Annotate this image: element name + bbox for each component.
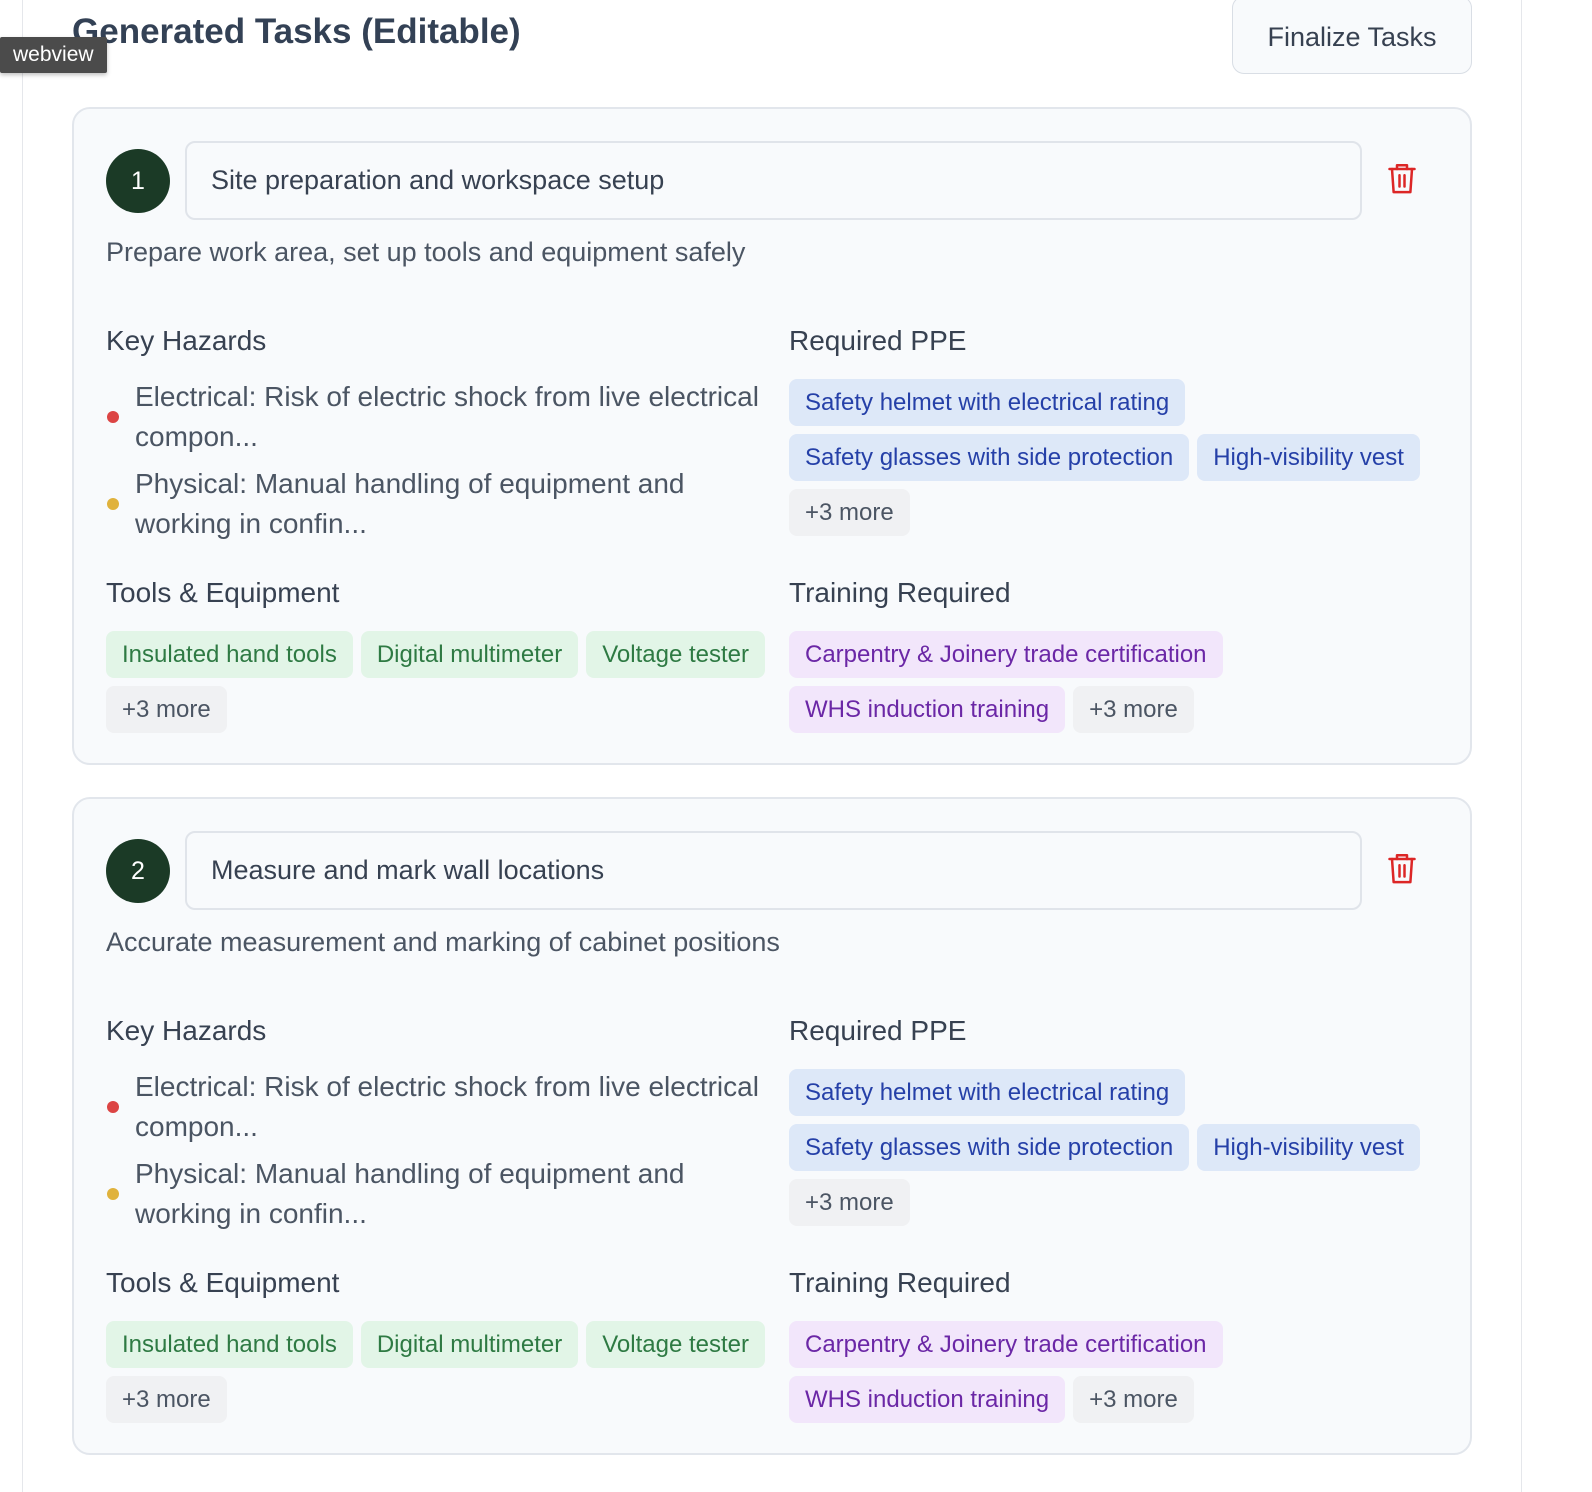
webview-label: webview xyxy=(0,37,107,73)
hazard-severity-dot xyxy=(107,411,119,423)
task-number-badge: 1 xyxy=(106,149,170,213)
required-ppe-heading: Required PPE xyxy=(789,1015,967,1046)
training-tag: WHS induction training xyxy=(789,1376,1066,1423)
task-card: 2 Accurate measurement and marking of ca… xyxy=(72,797,1472,1455)
hazard-text: Physical: Manual handling of equipment a… xyxy=(135,468,685,539)
hazard-list: Electrical: Risk of electric shock from … xyxy=(106,1067,766,1241)
tools-equipment-heading: Tools & Equipment xyxy=(106,577,340,608)
hazard-severity-dot xyxy=(107,1101,119,1113)
delete-task-button[interactable] xyxy=(1382,159,1422,199)
ppe-tag: High-visibility vest xyxy=(1197,1124,1420,1171)
hazard-item: Physical: Manual handling of equipment a… xyxy=(106,1154,766,1234)
training-tag-list: Carpentry & Joinery trade certification … xyxy=(789,631,1429,733)
training-more-tag[interactable]: +3 more xyxy=(1073,1376,1194,1423)
training-more-tag[interactable]: +3 more xyxy=(1073,686,1194,733)
ppe-tag-list: Safety helmet with electrical rating Saf… xyxy=(789,379,1429,536)
tool-tag: Insulated hand tools xyxy=(106,1321,353,1368)
training-tag: Carpentry & Joinery trade certification xyxy=(789,1321,1223,1368)
ppe-tag: Safety glasses with side protection xyxy=(789,1124,1190,1171)
ppe-tag: Safety glasses with side protection xyxy=(789,434,1190,481)
hazard-text: Electrical: Risk of electric shock from … xyxy=(135,381,759,452)
hazard-severity-dot xyxy=(107,1188,119,1200)
tool-tag: Digital multimeter xyxy=(360,1321,579,1368)
finalize-tasks-button[interactable]: Finalize Tasks xyxy=(1232,0,1472,74)
page-title: Generated Tasks (Editable) xyxy=(72,12,521,51)
training-tag: Carpentry & Joinery trade certification xyxy=(789,631,1223,678)
training-required-heading: Training Required xyxy=(789,1267,1011,1298)
hazard-item: Electrical: Risk of electric shock from … xyxy=(106,377,766,457)
task-description: Accurate measurement and marking of cabi… xyxy=(106,927,780,957)
ppe-tag-list: Safety helmet with electrical rating Saf… xyxy=(789,1069,1429,1226)
required-ppe-heading: Required PPE xyxy=(789,325,967,356)
task-title-input[interactable] xyxy=(185,141,1362,220)
hazard-text: Electrical: Risk of electric shock from … xyxy=(135,1071,759,1142)
hazard-text: Physical: Manual handling of equipment a… xyxy=(135,1158,685,1229)
training-required-heading: Training Required xyxy=(789,577,1011,608)
tool-tag: Insulated hand tools xyxy=(106,631,353,678)
ppe-tag: High-visibility vest xyxy=(1197,434,1420,481)
delete-task-button[interactable] xyxy=(1382,849,1422,889)
tools-more-tag[interactable]: +3 more xyxy=(106,1376,227,1423)
hazard-list: Electrical: Risk of electric shock from … xyxy=(106,377,766,551)
hazard-item: Physical: Manual handling of equipment a… xyxy=(106,464,766,544)
task-card: 1 Prepare work area, set up tools and eq… xyxy=(72,107,1472,765)
trash-icon xyxy=(1388,854,1416,884)
tool-tag: Voltage tester xyxy=(586,631,765,678)
ppe-tag: Safety helmet with electrical rating xyxy=(789,379,1186,426)
tool-tag: Voltage tester xyxy=(586,1321,765,1368)
hazard-severity-dot xyxy=(107,498,119,510)
ppe-more-tag[interactable]: +3 more xyxy=(789,1179,910,1226)
task-description: Prepare work area, set up tools and equi… xyxy=(106,237,746,267)
hazard-item: Electrical: Risk of electric shock from … xyxy=(106,1067,766,1147)
trash-icon xyxy=(1388,164,1416,194)
tool-tag: Digital multimeter xyxy=(360,631,579,678)
task-title-input[interactable] xyxy=(185,831,1362,910)
training-tag-list: Carpentry & Joinery trade certification … xyxy=(789,1321,1429,1423)
tools-equipment-heading: Tools & Equipment xyxy=(106,1267,340,1298)
ppe-tag: Safety helmet with electrical rating xyxy=(789,1069,1186,1116)
task-number-badge: 2 xyxy=(106,839,170,903)
tools-tag-list: Insulated hand tools Digital multimeter … xyxy=(106,631,776,733)
tools-tag-list: Insulated hand tools Digital multimeter … xyxy=(106,1321,776,1423)
key-hazards-heading: Key Hazards xyxy=(106,325,267,356)
ppe-more-tag[interactable]: +3 more xyxy=(789,489,910,536)
tools-more-tag[interactable]: +3 more xyxy=(106,686,227,733)
training-tag: WHS induction training xyxy=(789,686,1066,733)
key-hazards-heading: Key Hazards xyxy=(106,1015,267,1046)
